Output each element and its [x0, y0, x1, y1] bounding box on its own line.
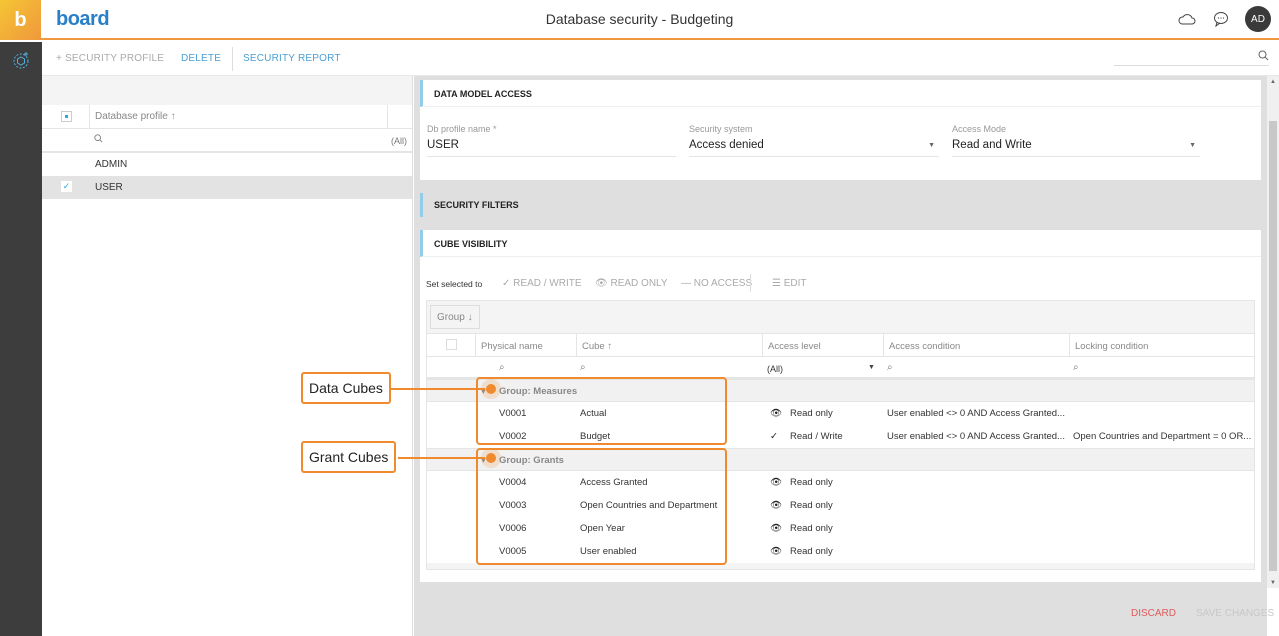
set-selected-label: Set selected to: [426, 279, 483, 289]
profile-name: ADMIN: [95, 159, 128, 170]
dash-icon: —: [681, 278, 691, 289]
search-icon[interactable]: [94, 134, 103, 146]
dropdown-caret-icon: ▼: [1189, 142, 1196, 149]
data-model-access-card: DATA MODEL ACCESS Db profile name * USER…: [420, 80, 1261, 180]
row-checkbox-checked[interactable]: ✓: [61, 181, 72, 192]
data-cubes-connector: [391, 388, 485, 390]
sort-asc-icon: ↑: [607, 341, 613, 352]
group-by-chip[interactable]: Group ↓: [430, 305, 480, 329]
add-label: SECURITY PROFILE: [65, 53, 165, 64]
page-title: Database security - Budgeting: [545, 11, 734, 27]
column-locking-condition[interactable]: Locking condition: [1069, 334, 1254, 356]
eye-icon: 👁: [770, 546, 783, 557]
grid-filter-row: ⌕ ⌕ (All) ▼ ⌕ ⌕: [427, 357, 1254, 379]
top-bar: b board Database security - Budgeting AD: [0, 0, 1279, 40]
eye-icon: 👁: [770, 523, 783, 534]
access-mode-select[interactable]: Access Mode Read and Write ▼: [952, 124, 1200, 157]
save-changes-button[interactable]: SAVE CHANGES: [1196, 608, 1274, 619]
discard-button[interactable]: DISCARD: [1131, 608, 1176, 619]
data-model-access-title: DATA MODEL ACCESS: [420, 80, 1261, 107]
cloud-icon[interactable]: [1177, 9, 1197, 29]
select-all-checkbox[interactable]: [446, 339, 457, 350]
profile-filter-all[interactable]: (All): [391, 136, 407, 146]
data-cubes-marker: [486, 384, 496, 394]
edit-button[interactable]: ☰ EDIT: [772, 278, 807, 289]
search-input[interactable]: [1114, 50, 1269, 66]
profiles-filter-row: (All): [42, 129, 412, 153]
search-icon[interactable]: ⌕: [1073, 362, 1079, 373]
grant-cubes-marker: [486, 453, 496, 463]
search-icon[interactable]: ⌕: [499, 362, 505, 373]
profiles-panel: Database profile ↑ (All) ADMIN ✓ USER: [42, 76, 413, 636]
user-avatar[interactable]: AD: [1245, 6, 1271, 32]
search-icon[interactable]: [1258, 50, 1269, 64]
set-read-write-button[interactable]: ✓ READ / WRITE: [502, 278, 582, 289]
eye-icon: 👁: [770, 500, 783, 511]
security-system-select[interactable]: Security system Access denied ▼: [689, 124, 939, 157]
chat-icon[interactable]: [1211, 9, 1231, 29]
access-level-filter[interactable]: (All): [767, 364, 783, 374]
security-report-button[interactable]: SECURITY REPORT: [243, 53, 341, 64]
eye-icon: 👁: [770, 408, 783, 419]
scroll-up-icon[interactable]: ▲: [1270, 79, 1276, 85]
plus-icon: +: [56, 53, 66, 64]
scroll-down-icon[interactable]: ▼: [1270, 580, 1276, 586]
profile-row-admin[interactable]: ADMIN: [42, 153, 412, 176]
database-security-icon[interactable]: [11, 50, 31, 70]
vertical-scrollbar[interactable]: ▲ ▼: [1267, 76, 1279, 588]
add-security-profile-button[interactable]: + SECURITY PROFILE: [56, 53, 164, 64]
grid-header: Physical name Cube ↑ Access level Access…: [427, 333, 1254, 357]
grant-cubes-connector: [398, 457, 485, 459]
column-cube[interactable]: Cube ↑: [576, 334, 762, 356]
column-access-condition[interactable]: Access condition: [883, 334, 1069, 356]
dropdown-caret-icon[interactable]: ▼: [868, 364, 875, 371]
eye-icon: 👁: [770, 477, 783, 488]
cube-visibility-title: CUBE VISIBILITY: [420, 230, 1261, 257]
sort-asc-icon: ↑: [170, 111, 176, 122]
dropdown-caret-icon: ▼: [928, 142, 935, 149]
set-no-access-button[interactable]: — NO ACCESS: [681, 278, 752, 289]
check-icon: ✓: [502, 278, 511, 289]
toolbar-divider: [232, 47, 233, 71]
database-profile-column-header[interactable]: Database profile ↑: [95, 111, 176, 122]
grant-cubes-callout: Grant Cubes: [301, 441, 397, 473]
profile-row-user[interactable]: ✓ USER: [42, 176, 412, 199]
security-filters-section[interactable]: SECURITY FILTERS: [420, 193, 1261, 217]
search-icon[interactable]: ⌕: [580, 362, 586, 373]
check-icon: ✓: [770, 431, 778, 442]
db-profile-name-field[interactable]: Db profile name * USER: [427, 124, 676, 157]
set-read-only-button[interactable]: 👁 READ ONLY: [595, 278, 668, 289]
scrollbar-thumb[interactable]: [1269, 121, 1277, 571]
data-cubes-highlight: [476, 377, 727, 445]
column-access-level[interactable]: Access level: [762, 334, 883, 356]
delete-button[interactable]: DELETE: [181, 53, 221, 64]
select-all-checkbox[interactable]: [61, 111, 72, 122]
sort-desc-icon: ↓: [467, 312, 473, 323]
search-icon[interactable]: ⌕: [887, 362, 893, 373]
profile-name: USER: [95, 182, 123, 193]
left-rail: [0, 42, 42, 636]
column-physical-name[interactable]: Physical name: [475, 334, 576, 356]
grant-cubes-highlight: [476, 448, 727, 565]
profiles-header: Database profile ↑: [42, 105, 412, 129]
data-cubes-callout: Data Cubes: [301, 372, 391, 404]
sliders-icon: ☰: [772, 278, 781, 289]
eye-icon: 👁: [595, 278, 608, 289]
toolbar: + SECURITY PROFILE DELETE SECURITY REPOR…: [42, 42, 1279, 76]
